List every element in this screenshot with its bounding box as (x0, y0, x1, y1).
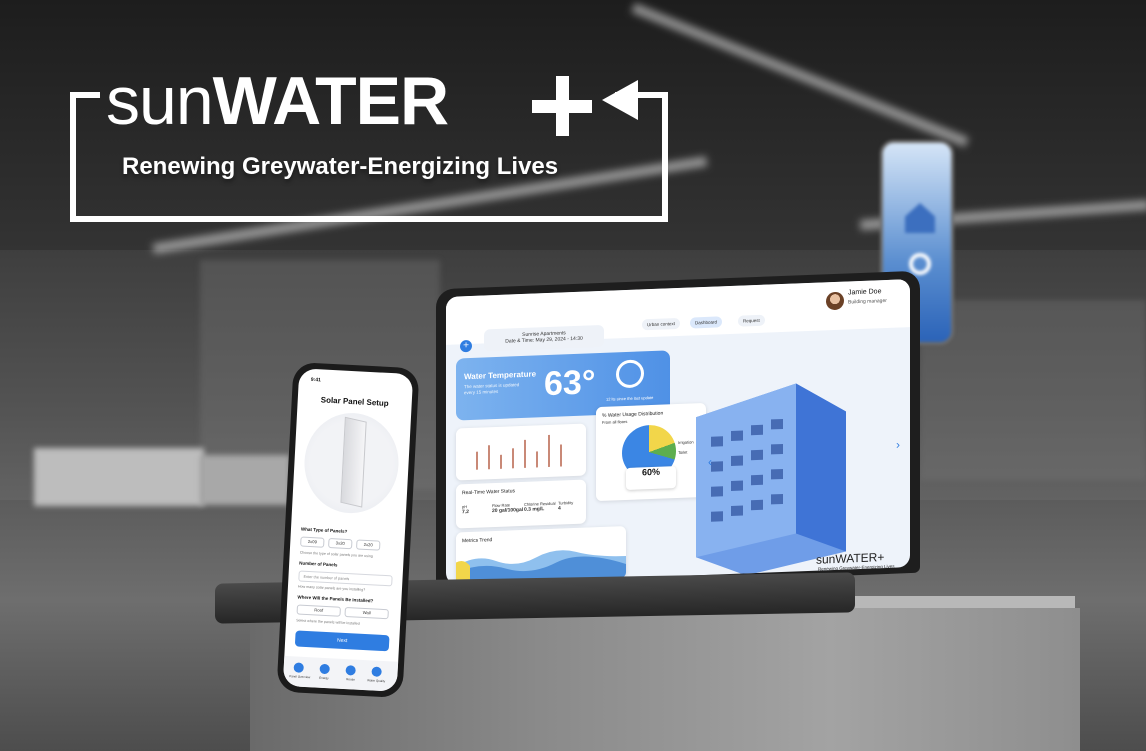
trend-area-chart (456, 550, 626, 585)
phone-screen: 9:41 Solar Panel Setup What Type of Pane… (282, 368, 414, 692)
chart-bar (560, 444, 562, 467)
reception-counter (34, 448, 204, 506)
user-name: Jamie Doe (848, 288, 882, 297)
phone-device: 9:41 Solar Panel Setup What Type of Pane… (276, 361, 420, 699)
panel-type-hint: Choose the type of solar panels you are … (299, 550, 373, 559)
metrics-trend-card: Metrics Trend (456, 525, 626, 585)
user-role: Building manager (848, 297, 887, 306)
usage-subtitle: From all floors (602, 418, 628, 425)
panel-number-input[interactable]: Enter the number of panels (298, 570, 393, 587)
realtime-status-card: Real-Time Water Status pH 7.2 Flow Rate 20… (456, 479, 586, 529)
logo-arrow-icon (602, 80, 638, 120)
logo-thin-text: sun (106, 63, 214, 139)
tab-panel-overview[interactable]: Panel Overview (289, 674, 310, 679)
solar-panel-illustration (340, 416, 367, 508)
chart-bar (512, 448, 514, 469)
gauge-icon (909, 253, 931, 275)
location-option-wall[interactable]: Wall (344, 606, 389, 620)
tab-reuse[interactable]: Reuse (346, 677, 355, 681)
tab-energy-icon[interactable] (319, 663, 330, 675)
usage-title: % Water Usage Distribution (602, 410, 664, 419)
chart-bar (524, 439, 526, 468)
chart-bar (500, 454, 502, 469)
metric-chlorine: Chlorine Residual 0.3 mg/L (524, 501, 556, 513)
brand-logo: sunWATER (106, 63, 449, 139)
question-panel-number: Number of Panels (299, 560, 338, 568)
install-location-hint: Select where the panels will be installe… (296, 618, 360, 626)
metric-value: 20 gal/100gal (492, 506, 524, 515)
water-drop-caption: 12 lts since the last update (606, 394, 654, 402)
location-option-roof[interactable]: Roof (296, 604, 341, 617)
phone-title: Solar Panel Setup (320, 395, 389, 408)
chevron-left-icon[interactable]: ‹ (708, 455, 712, 469)
realtime-title: Real-Time Water Status (462, 488, 515, 497)
chart-bar (476, 451, 478, 470)
next-button[interactable]: Next (294, 630, 390, 652)
consumption-bar-card (456, 423, 586, 481)
metric-ph: pH 7.2 (462, 504, 469, 515)
type-option-2[interactable]: 3x20 (328, 537, 353, 550)
metric-flow-rate: Flow Rate 20 gal/100gal (492, 502, 523, 514)
brand-tagline: Renewing Greywater-Energizing Lives (122, 153, 559, 180)
type-option-1[interactable]: 2x09 (300, 536, 325, 548)
phone-tab-bar: Panel Overview Energy Reuse Water Qualit… (282, 655, 399, 692)
building-selector[interactable]: Sunrise Apartments Date & Time: May 29, … (484, 324, 604, 352)
chart-bar (536, 451, 538, 468)
logo-frame-edge (70, 92, 100, 98)
metric-value: 7.2 (462, 509, 469, 516)
chevron-right-icon[interactable]: › (896, 437, 900, 451)
tab-panel-overview-icon[interactable] (293, 662, 304, 673)
avatar (826, 291, 844, 311)
panel-number-hint: How many solar panels are you installing… (297, 584, 366, 592)
metric-turbidity: Turbidity 4 (558, 500, 573, 512)
add-icon[interactable]: + (460, 339, 472, 353)
solar-panel-image (301, 410, 402, 516)
water-drop-icon (616, 359, 644, 389)
logo-bold-text: WATER (212, 63, 449, 139)
tab-reuse-icon[interactable] (345, 665, 356, 676)
building-3d-model (696, 383, 846, 576)
user-profile[interactable]: Jamie Doe Building manager (826, 285, 910, 325)
chart-bar (488, 445, 490, 470)
water-temp-value: 63° (544, 363, 596, 404)
water-temp-label: Water Temperature (464, 369, 537, 382)
nav-dashboard[interactable]: Dashboard (690, 316, 723, 329)
metric-value: 0.3 mg/L (524, 506, 545, 513)
metric-value: 4 (558, 505, 561, 512)
logo-plus-icon (532, 76, 592, 136)
usage-percent: 60% (626, 466, 676, 490)
tab-energy[interactable]: Energy (319, 676, 329, 680)
question-install-location: Where Will the Panels Be Installed? (297, 594, 374, 604)
dashboard-screen: + Sunrise Apartments Date & Time: May 29… (446, 279, 910, 585)
tab-water-quality[interactable]: Water Quality (367, 678, 385, 683)
water-temp-subtitle: The water status is updated every 15 min… (464, 382, 520, 396)
nav-urban-context[interactable]: Urban context (642, 317, 681, 331)
tab-water-quality-icon[interactable] (371, 666, 382, 677)
reception-counter (200, 455, 290, 505)
type-option-3[interactable]: 2x20 (355, 539, 381, 551)
tablet-device: + Sunrise Apartments Date & Time: May 29… (436, 270, 920, 592)
chart-bar (548, 434, 550, 467)
question-panel-type: What Type of Panels? (300, 526, 348, 534)
status-time: 9:41 (310, 376, 321, 384)
house-icon (905, 203, 935, 233)
nav-request[interactable]: Request (738, 314, 765, 327)
